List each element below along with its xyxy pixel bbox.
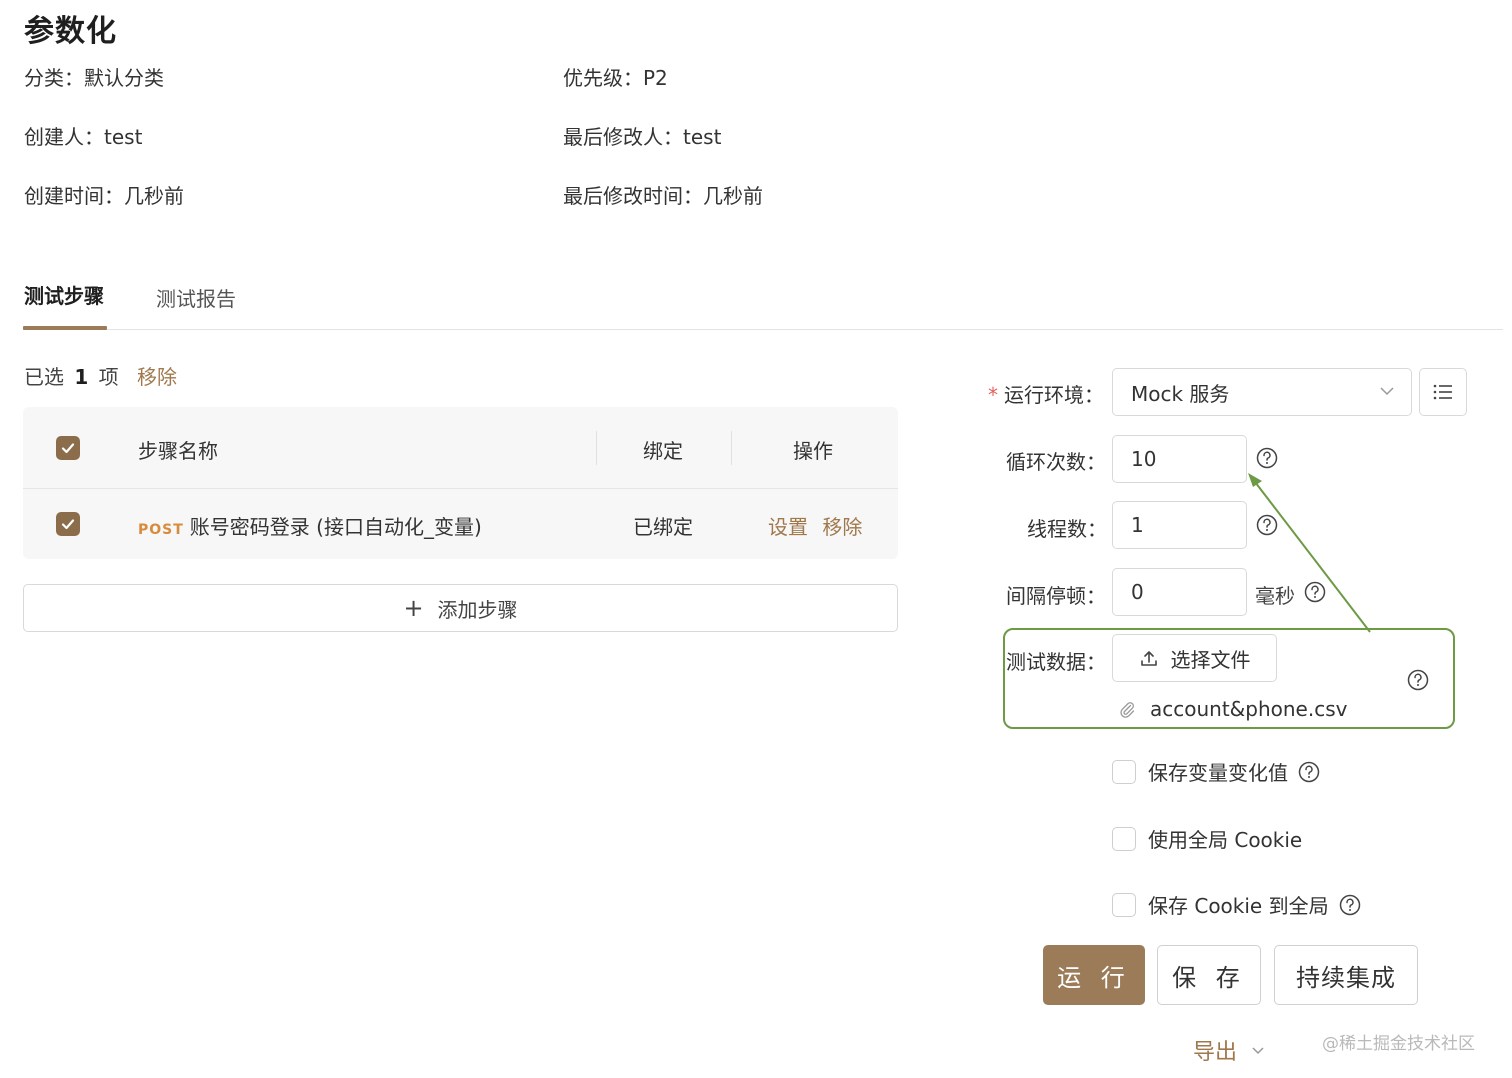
interval-label: 间隔停顿： xyxy=(1006,584,1106,608)
column-step-name: 步骤名称 xyxy=(138,439,218,463)
table-header: 步骤名称 绑定 操作 xyxy=(23,407,898,489)
help-icon[interactable] xyxy=(1304,581,1326,603)
tabs-divider xyxy=(23,329,1503,330)
loop-count-input[interactable] xyxy=(1112,435,1247,483)
column-separator xyxy=(596,431,597,465)
env-select[interactable]: Mock 服务 xyxy=(1112,368,1412,416)
meta-modified-time: 最后修改时间：几秒前 xyxy=(563,180,763,209)
step-name[interactable]: 账号密码登录 (接口自动化_变量) xyxy=(190,515,482,539)
meta-created-label: 创建时间： xyxy=(24,184,124,208)
env-list-button[interactable] xyxy=(1419,368,1467,416)
required-asterisk: * xyxy=(988,383,998,407)
step-settings-link[interactable]: 设置 xyxy=(768,515,808,539)
list-icon xyxy=(1433,384,1452,400)
global-cookie-label: 使用全局 Cookie xyxy=(1148,828,1303,852)
continuous-integration-button[interactable]: 持续集成 xyxy=(1274,945,1418,1005)
add-step-button[interactable]: + 添加步骤 xyxy=(23,584,898,632)
meta-created-time: 创建时间：几秒前 xyxy=(24,180,184,209)
chevron-down-icon xyxy=(1252,1047,1264,1055)
step-remove-link[interactable]: 移除 xyxy=(822,515,862,539)
meta-priority-label: 优先级： xyxy=(563,66,643,90)
env-label: * 运行环境： xyxy=(988,379,1104,408)
meta-priority-value: P2 xyxy=(643,66,668,90)
choose-file-button[interactable]: 选择文件 xyxy=(1112,634,1277,682)
export-dropdown[interactable]: 导出 xyxy=(1193,1034,1265,1066)
meta-modified-value: 几秒前 xyxy=(703,184,763,208)
meta-created-value: 几秒前 xyxy=(124,184,184,208)
column-actions: 操作 xyxy=(793,439,833,463)
meta-modifier: 最后修改人：test xyxy=(563,121,721,150)
check-icon xyxy=(61,443,75,454)
test-data-label: 测试数据： xyxy=(1006,650,1106,674)
export-label: 导出 xyxy=(1193,1040,1238,1065)
save-variables-checkbox[interactable] xyxy=(1112,759,1136,784)
row-actions: 设置 移除 xyxy=(768,511,862,540)
step-name-cell: POST 账号密码登录 (接口自动化_变量) xyxy=(138,511,482,540)
steps-table: 步骤名称 绑定 操作 POST 账号密码登录 (接口自动化_变量) 已绑定 设置 … xyxy=(23,407,898,559)
help-icon[interactable] xyxy=(1256,447,1278,469)
selection-prefix: 已选 xyxy=(24,365,64,389)
selection-count: 1 xyxy=(74,365,89,389)
paperclip-icon xyxy=(1120,702,1135,718)
meta-creator-label: 创建人： xyxy=(24,125,104,149)
option-save-cookie-global[interactable]: 保存 Cookie 到全局 xyxy=(1112,890,1361,919)
help-icon[interactable] xyxy=(1339,894,1361,916)
option-save-variables[interactable]: 保存变量变化值 xyxy=(1112,757,1320,786)
table-row: POST 账号密码登录 (接口自动化_变量) 已绑定 设置 移除 xyxy=(23,489,898,559)
check-icon xyxy=(61,519,75,530)
help-icon[interactable] xyxy=(1256,514,1278,536)
help-icon[interactable] xyxy=(1298,761,1320,783)
column-separator xyxy=(731,431,732,465)
save-cookie-checkbox[interactable] xyxy=(1112,892,1136,917)
interval-input[interactable] xyxy=(1112,568,1247,616)
thread-count-input[interactable] xyxy=(1112,501,1247,549)
help-icon[interactable] xyxy=(1407,669,1429,691)
chevron-down-icon xyxy=(1380,387,1394,396)
http-method-badge: POST xyxy=(138,522,184,538)
add-step-label: 添加步骤 xyxy=(437,597,518,622)
file-name-text: account&phone.csv xyxy=(1150,697,1348,721)
uploaded-file[interactable]: account&phone.csv xyxy=(1118,697,1347,721)
loop-label: 循环次数： xyxy=(1006,450,1106,474)
meta-creator-value: test xyxy=(104,125,143,149)
meta-modifier-label: 最后修改人： xyxy=(563,125,683,149)
meta-category: 分类：默认分类 xyxy=(24,62,164,91)
column-binding: 绑定 xyxy=(643,439,683,463)
tab-test-steps[interactable]: 测试步骤 xyxy=(24,280,104,309)
meta-category-label: 分类： xyxy=(24,66,84,90)
save-cookie-label: 保存 Cookie 到全局 xyxy=(1148,894,1329,918)
tab-test-report[interactable]: 测试报告 xyxy=(156,283,236,312)
option-global-cookie[interactable]: 使用全局 Cookie xyxy=(1112,824,1302,853)
row-checkbox[interactable] xyxy=(56,512,80,536)
save-variables-label: 保存变量变化值 xyxy=(1148,761,1288,785)
select-all-checkbox[interactable] xyxy=(56,436,80,460)
selection-suffix: 项 xyxy=(98,365,119,389)
save-button[interactable]: 保 存 xyxy=(1157,945,1261,1005)
meta-modifier-value: test xyxy=(683,125,722,149)
meta-category-value: 默认分类 xyxy=(84,66,164,90)
global-cookie-checkbox[interactable] xyxy=(1112,826,1136,851)
thread-label: 线程数： xyxy=(1027,517,1107,541)
interval-unit: 毫秒 xyxy=(1255,584,1295,608)
binding-status: 已绑定 xyxy=(633,515,693,539)
env-select-value: Mock 服务 xyxy=(1131,381,1230,406)
page-title: 参数化 xyxy=(24,14,117,49)
run-button[interactable]: 运 行 xyxy=(1043,945,1145,1005)
upload-icon xyxy=(1140,651,1157,666)
remove-selected-link[interactable]: 移除 xyxy=(137,365,177,389)
active-tab-indicator xyxy=(23,326,107,330)
meta-creator: 创建人：test xyxy=(24,121,142,150)
watermark: @稀土掘金技术社区 xyxy=(1322,1034,1475,1054)
choose-file-label: 选择文件 xyxy=(1170,647,1251,672)
selection-bar: 已选 1 项 移除 xyxy=(24,361,177,390)
env-label-text: 运行环境： xyxy=(1004,383,1104,407)
meta-priority: 优先级：P2 xyxy=(563,62,668,91)
meta-modified-label: 最后修改时间： xyxy=(563,184,703,208)
plus-icon: + xyxy=(403,594,424,622)
